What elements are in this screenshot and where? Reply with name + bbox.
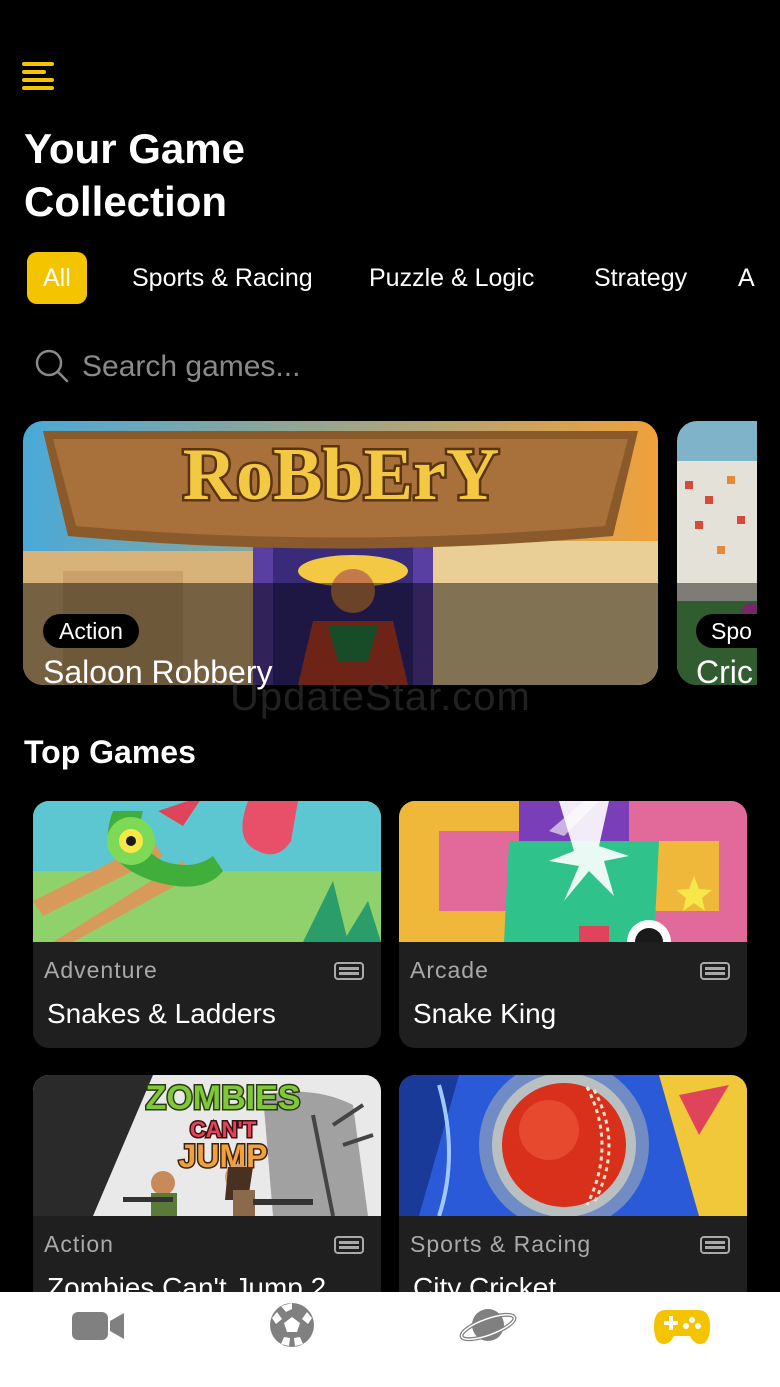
keyboard-icon: [334, 1236, 364, 1254]
city-cricket-artwork: [399, 1075, 747, 1216]
game-card-snakes-ladders[interactable]: Adventure Snakes & Ladders: [33, 801, 381, 1048]
game-card-zombies-cant-jump[interactable]: ZOMBIES CAN'T JUMP Action Zombies Can't …: [33, 1075, 381, 1315]
tab-puzzle-logic[interactable]: Puzzle & Logic: [369, 252, 534, 304]
snakes-ladders-artwork: [33, 801, 381, 942]
nav-videos[interactable]: [68, 1300, 128, 1350]
search-bar: [34, 340, 734, 392]
zombies-logo-line1: ZOMBIES: [146, 1079, 301, 1117]
section-title-top-games: Top Games: [24, 734, 196, 770]
game-genre: Sports & Racing: [410, 1231, 592, 1257]
game-name: Snakes & Ladders: [47, 998, 276, 1029]
planet-icon: [459, 1309, 517, 1342]
video-camera-icon: [72, 1312, 124, 1340]
soccer-ball-icon: [270, 1303, 314, 1347]
category-tabs: All Sports & Racing Puzzle & Logic Strat…: [27, 252, 780, 304]
gamepad-icon: [654, 1310, 710, 1344]
tab-sports-racing[interactable]: Sports & Racing: [132, 252, 313, 304]
game-name: Snake King: [413, 998, 557, 1029]
keyboard-icon: [700, 1236, 730, 1254]
search-icon: [35, 349, 69, 383]
watermark-text: UpdateStar.com: [230, 675, 531, 719]
nav-explore[interactable]: [458, 1300, 518, 1350]
page-title-line1: Your Game: [24, 125, 245, 172]
zombies-logo-line3: JUMP: [179, 1138, 268, 1174]
tab-more-partial[interactable]: A: [738, 252, 755, 304]
featured-genre-badge: Spo: [696, 614, 758, 648]
keyboard-icon: [334, 962, 364, 980]
game-card-snake-king[interactable]: Arcade Snake King: [399, 801, 747, 1048]
featured-genre-badge: Action: [43, 614, 139, 648]
game-genre: Adventure: [44, 957, 158, 983]
keyboard-icon: [700, 962, 730, 980]
tab-all[interactable]: All: [27, 252, 87, 304]
zombies-cant-jump-artwork: ZOMBIES CAN'T JUMP: [33, 1075, 381, 1216]
nav-games[interactable]: [652, 1300, 712, 1350]
snake-king-artwork: [399, 801, 747, 942]
game-genre: Action: [44, 1231, 114, 1257]
menu-icon[interactable]: [20, 60, 56, 96]
nav-sports[interactable]: [262, 1300, 322, 1350]
app-screen: Your Game Collection All Sports & Racing…: [0, 0, 780, 1387]
bottom-nav: [0, 1292, 780, 1387]
featured-title: Cric: [696, 654, 753, 690]
page-title-line2: Collection: [24, 178, 228, 225]
search-input[interactable]: [80, 344, 684, 390]
tab-strategy[interactable]: Strategy: [594, 252, 687, 304]
page-title: Your Game Collection: [24, 122, 444, 228]
saloon-robbery-logo: RoBbErY: [183, 434, 500, 516]
game-genre: Arcade: [410, 957, 489, 983]
game-card-city-cricket[interactable]: Sports & Racing City Cricket: [399, 1075, 747, 1315]
